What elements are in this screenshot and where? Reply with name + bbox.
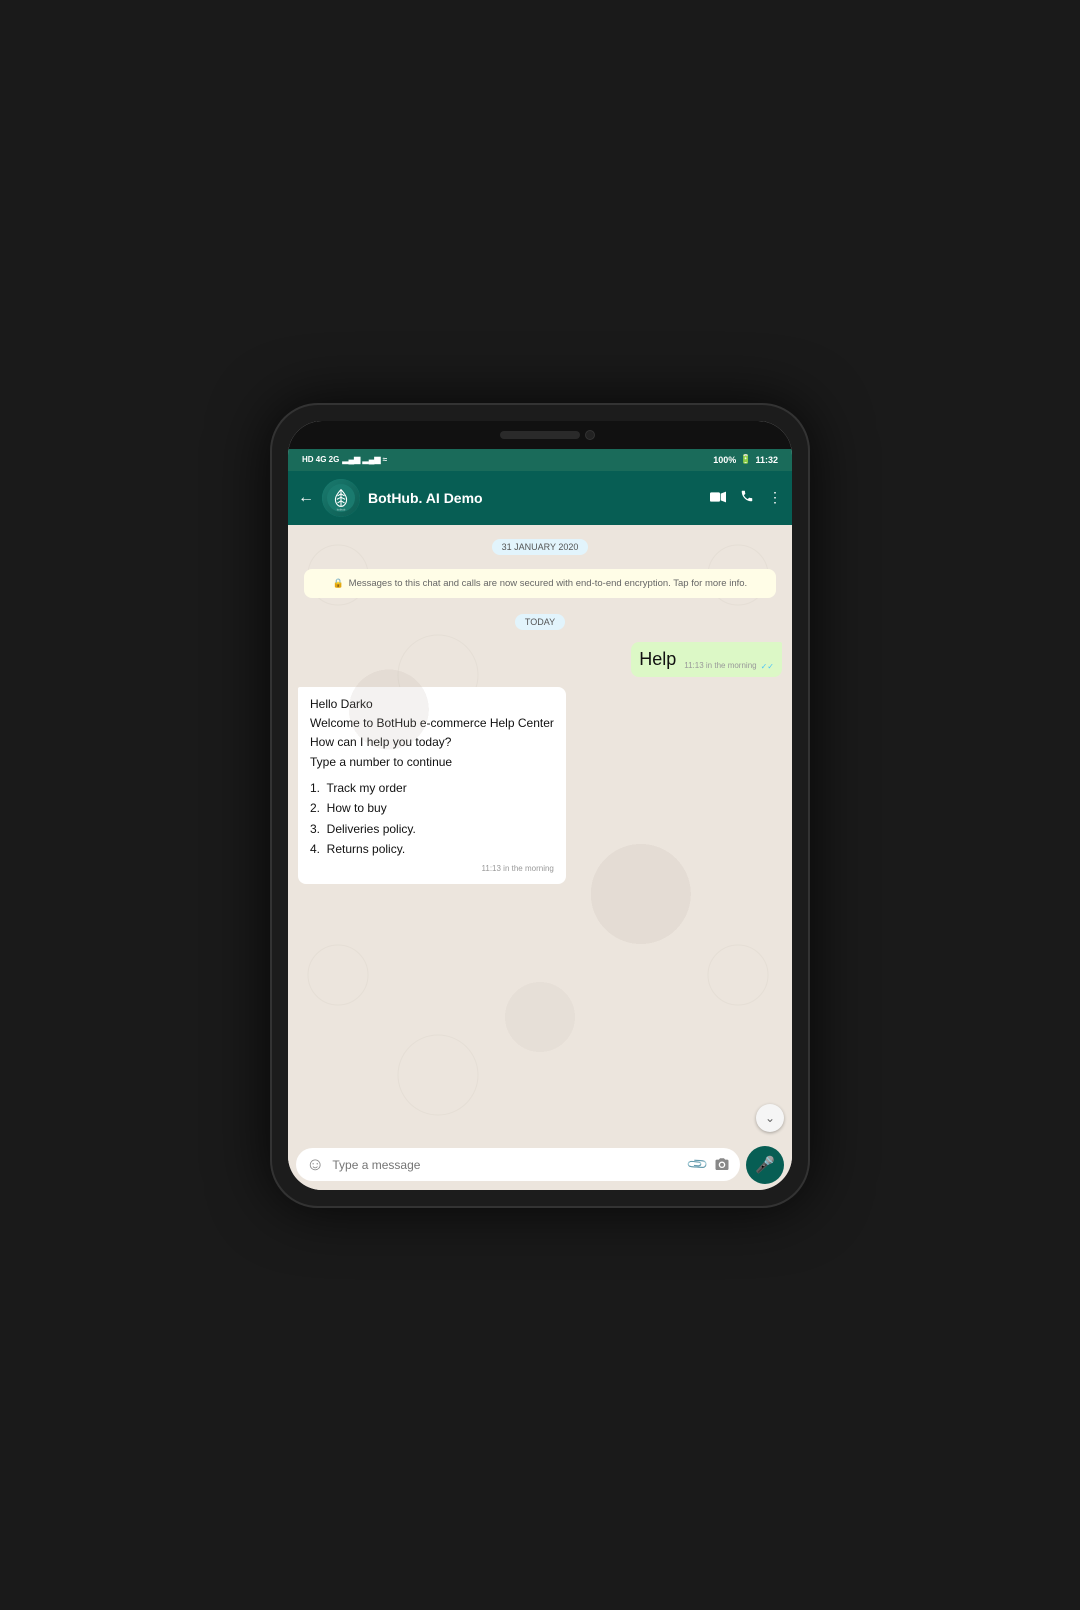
- phone-frame: HD 4G 2G ▂▄▆ ▂▄▆ ≈ 100% 🔋 11:32 ←: [270, 403, 810, 1208]
- clock: 11:32: [755, 455, 778, 465]
- attach-button[interactable]: 📎: [685, 1152, 709, 1176]
- input-area: ☺ 📎 🎤: [288, 1140, 792, 1190]
- today-separator: TODAY: [515, 612, 565, 630]
- message-input-wrapper: ☺ 📎: [296, 1148, 740, 1181]
- status-right: 100% 🔋 11:32: [713, 454, 778, 465]
- contact-info: BotHub. AI Demo: [368, 490, 702, 506]
- sent-message-bubble: Help 11:13 in the morning ✓✓: [631, 642, 782, 677]
- chat-area: 31 JANUARY 2020 🔒 Messages to this chat …: [288, 525, 792, 1140]
- sent-message-content: Help 11:13 in the morning ✓✓: [639, 647, 774, 672]
- sent-message-text: Help: [639, 647, 676, 672]
- phone-notch: [288, 421, 792, 449]
- speaker: [500, 431, 580, 439]
- menu-item-4: 4. Returns policy.: [310, 839, 554, 859]
- mic-button[interactable]: 🎤: [746, 1146, 784, 1184]
- read-receipt-icon: ✓✓: [761, 661, 774, 672]
- bot-message-time: 11:13 in the morning: [310, 863, 554, 876]
- message-row-sent: Help 11:13 in the morning ✓✓: [298, 642, 782, 677]
- more-options-button[interactable]: ⋮: [768, 489, 782, 506]
- status-bar: HD 4G 2G ▂▄▆ ▂▄▆ ≈ 100% 🔋 11:32: [288, 449, 792, 471]
- encryption-text: Messages to this chat and calls are now …: [349, 578, 748, 589]
- bot-question: How can I help you today?: [310, 733, 554, 752]
- network-icons: HD 4G 2G: [302, 455, 339, 464]
- emoji-button[interactable]: ☺: [306, 1154, 324, 1175]
- lock-icon: 🔒: [333, 578, 344, 588]
- battery-level: 100%: [713, 455, 736, 465]
- encryption-notice[interactable]: 🔒 Messages to this chat and calls are no…: [304, 569, 776, 598]
- bot-instruction: Type a number to continue: [310, 753, 554, 772]
- date-separator: 31 JANUARY 2020: [492, 537, 589, 555]
- today-pill: TODAY: [515, 614, 565, 630]
- camera-button[interactable]: [714, 1157, 730, 1173]
- back-button[interactable]: ←: [298, 489, 314, 507]
- svg-text:bothub: bothub: [337, 507, 346, 511]
- mic-icon: 🎤: [755, 1155, 775, 1175]
- status-left: HD 4G 2G ▂▄▆ ▂▄▆ ≈: [302, 455, 387, 464]
- menu-item-1: 1. Track my order: [310, 778, 554, 798]
- header-actions: ⋮: [710, 489, 782, 506]
- menu-item-2: 2. How to buy: [310, 798, 554, 818]
- video-call-button[interactable]: [710, 490, 726, 506]
- bot-welcome: Welcome to BotHub e-commerce Help Center: [310, 714, 554, 733]
- bot-greeting: Hello Darko: [310, 695, 554, 714]
- scroll-down-button[interactable]: ⌄: [756, 1104, 784, 1132]
- message-row-received: Hello Darko Welcome to BotHub e-commerce…: [298, 687, 782, 884]
- camera: [585, 430, 595, 440]
- contact-avatar[interactable]: bothub: [322, 479, 360, 517]
- signal-bars: ▂▄▆ ▂▄▆ ≈: [342, 455, 387, 464]
- bot-message-bubble: Hello Darko Welcome to BotHub e-commerce…: [298, 687, 566, 884]
- chat-header: ←: [288, 471, 792, 525]
- battery-icon: 🔋: [740, 454, 751, 465]
- bot-menu-list: 1. Track my order 2. How to buy 3. Deliv…: [310, 778, 554, 860]
- message-input[interactable]: [332, 1158, 680, 1172]
- phone-screen: HD 4G 2G ▂▄▆ ▂▄▆ ≈ 100% 🔋 11:32 ←: [288, 421, 792, 1190]
- date-pill: 31 JANUARY 2020: [492, 539, 589, 555]
- menu-item-3: 3. Deliveries policy.: [310, 819, 554, 839]
- sent-message-time: 11:13 in the morning: [684, 660, 756, 672]
- voice-call-button[interactable]: [740, 489, 754, 506]
- contact-name: BotHub. AI Demo: [368, 490, 702, 506]
